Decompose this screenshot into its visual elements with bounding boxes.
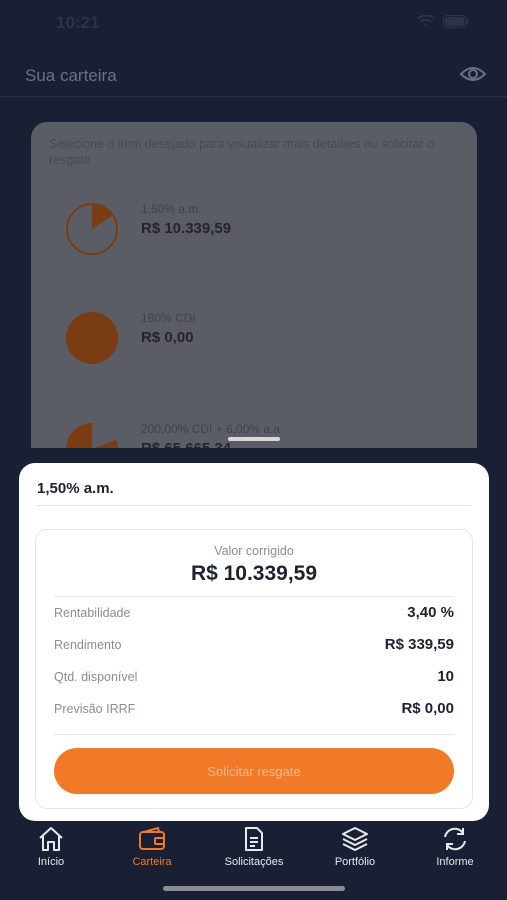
corrected-value-label: Valor corrigido (214, 544, 294, 558)
pie-chart-icon (65, 311, 119, 370)
row-label: Previsão IRRF (54, 702, 136, 716)
nav-item-informe[interactable]: Informe (405, 822, 505, 878)
wallet-card: Selecione o item desejado para visualiza… (31, 122, 477, 482)
detail-row-quantidade: Qtd. disponível 10 (54, 668, 454, 688)
nav-label: Informe (436, 856, 474, 868)
nav-item-inicio[interactable]: Início (1, 822, 101, 878)
nav-label: Solicitações (224, 856, 284, 868)
detail-row-irrf: Previsão IRRF R$ 0,00 (54, 700, 454, 720)
wallet-item-rate: 200,00% CDI + 6,00% a.a (141, 422, 281, 436)
detail-title: 1,50% a.m. (37, 480, 114, 497)
request-redemption-button[interactable]: Solicitar resgate (54, 748, 454, 794)
divider (54, 734, 454, 735)
nav-label: Carteira (132, 856, 172, 868)
row-value: R$ 0,00 (401, 700, 454, 717)
page-header: Sua carteira (0, 60, 507, 97)
row-value: R$ 339,59 (384, 636, 454, 653)
nav-item-carteira[interactable]: Carteira (102, 822, 202, 878)
row-value: 3,40 % (407, 604, 454, 621)
status-icons (417, 15, 469, 29)
wallet-icon (139, 826, 165, 850)
nav-item-portfolio[interactable]: Portfólio (305, 822, 405, 878)
page-title: Sua carteira (25, 66, 117, 85)
detail-card: Valor corrigido R$ 10.339,59 Rentabilida… (35, 529, 473, 809)
layers-icon (342, 827, 368, 851)
wallet-hint: Selecione o item desejado para visualiza… (49, 137, 434, 167)
status-time: 10:21 (56, 13, 100, 32)
detail-row-rentabilidade: Rentabilidade 3,40 % (54, 604, 454, 624)
row-label: Rendimento (54, 638, 122, 652)
home-indicator[interactable] (163, 886, 345, 891)
sheet-handle[interactable] (228, 437, 280, 441)
nav-item-solicitacoes[interactable]: Solicitações (204, 822, 304, 878)
wallet-item-value: R$ 0,00 (141, 329, 194, 346)
nav-label: Portfólio (334, 856, 376, 868)
row-value: 10 (437, 668, 454, 685)
status-bar: 10:21 (0, 0, 507, 44)
detail-panel: 1,50% a.m. Valor corrigido R$ 10.339,59 … (19, 463, 489, 821)
home-icon (39, 827, 63, 851)
divider (37, 505, 471, 506)
detail-row-rendimento: Rendimento R$ 339,59 (54, 636, 454, 656)
corrected-value: R$ 10.339,59 (190, 562, 318, 585)
wallet-item-rate: 1,50% a.m. (141, 202, 202, 216)
bottom-nav: Início Carteira Solicitações Portfólio I… (0, 822, 507, 878)
document-icon (245, 827, 263, 851)
wallet-item-value: R$ 10.339,59 (141, 220, 232, 237)
wifi-icon (417, 15, 435, 27)
wallet-item[interactable]: 180% CDI R$ 0,00 (49, 297, 459, 375)
nav-label: Início (37, 856, 65, 868)
pie-chart-icon (65, 202, 119, 261)
row-label: Rentabilidade (54, 606, 131, 620)
refresh-icon (444, 827, 466, 851)
wallet-item-rate: 180% CDI (141, 311, 196, 325)
battery-icon (443, 15, 469, 28)
eye-icon[interactable] (459, 64, 487, 89)
row-label: Qtd. disponível (54, 670, 138, 684)
wallet-item[interactable]: 1,50% a.m. R$ 10.339,59 (49, 188, 459, 266)
divider (54, 596, 454, 597)
